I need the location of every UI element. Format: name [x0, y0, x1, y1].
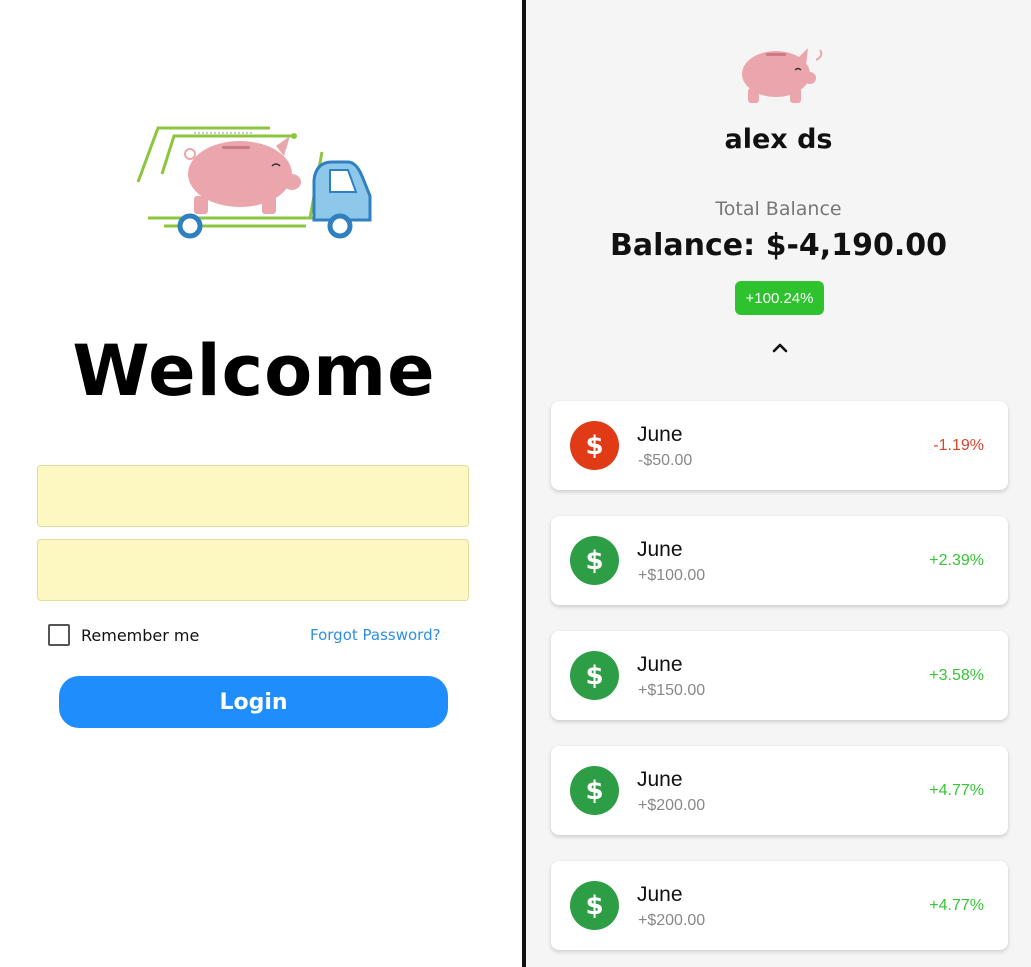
transaction-card[interactable]: $ June +$200.00 +4.77%: [551, 861, 1008, 950]
user-name: alex ds: [724, 124, 833, 155]
balance-change-badge: +100.24%: [735, 281, 824, 315]
transaction-change: +3.58%: [929, 667, 984, 684]
remember-me-label: Remember me: [81, 625, 200, 645]
remember-me-option[interactable]: Remember me: [48, 624, 199, 646]
username-input[interactable]: [37, 465, 469, 527]
piggy-bank-truck-logo: [136, 126, 372, 239]
balance-value: Balance: $-4,190.00: [610, 228, 947, 263]
transaction-amount: +$200.00: [638, 797, 706, 814]
transaction-month: June: [637, 768, 683, 791]
transaction-amount: +$150.00: [638, 682, 706, 699]
transaction-change: +2.39%: [929, 552, 984, 569]
transaction-card[interactable]: $ June +$100.00 +2.39%: [551, 516, 1008, 605]
login-screen: Welcome Remember me Forgot Password? Log…: [0, 0, 522, 967]
transaction-card[interactable]: $ June +$150.00 +3.58%: [551, 631, 1008, 720]
login-button[interactable]: Login: [59, 676, 448, 728]
transaction-month: June: [637, 538, 683, 561]
dollar-coin-icon: $: [570, 536, 619, 585]
dollar-coin-icon: $: [570, 766, 619, 815]
transaction-change: +4.77%: [929, 782, 984, 799]
transaction-month: June: [637, 423, 683, 446]
piggy-bank-icon: [742, 48, 823, 103]
dollar-coin-icon: $: [570, 881, 619, 930]
dollar-coin-icon: $: [570, 651, 619, 700]
transaction-amount: +$100.00: [638, 567, 706, 584]
welcome-heading: Welcome: [72, 330, 436, 412]
chevron-up-icon[interactable]: [769, 338, 791, 356]
transaction-month: June: [637, 653, 683, 676]
total-balance-label: Total Balance: [715, 198, 842, 220]
password-input[interactable]: [37, 539, 469, 601]
dollar-coin-icon: $: [570, 421, 619, 470]
transaction-change: -1.19%: [933, 437, 984, 454]
transaction-amount: +$200.00: [638, 912, 706, 929]
remember-me-checkbox[interactable]: [48, 624, 70, 646]
transaction-card[interactable]: $ June -$50.00 -1.19%: [551, 401, 1008, 490]
forgot-password-link[interactable]: Forgot Password?: [310, 626, 441, 644]
balance-screen: alex ds Total Balance Balance: $-4,190.0…: [526, 0, 1031, 967]
transaction-month: June: [637, 883, 683, 906]
transaction-amount: -$50.00: [638, 452, 693, 469]
transaction-card[interactable]: $ June +$200.00 +4.77%: [551, 746, 1008, 835]
transaction-change: +4.77%: [929, 897, 984, 914]
